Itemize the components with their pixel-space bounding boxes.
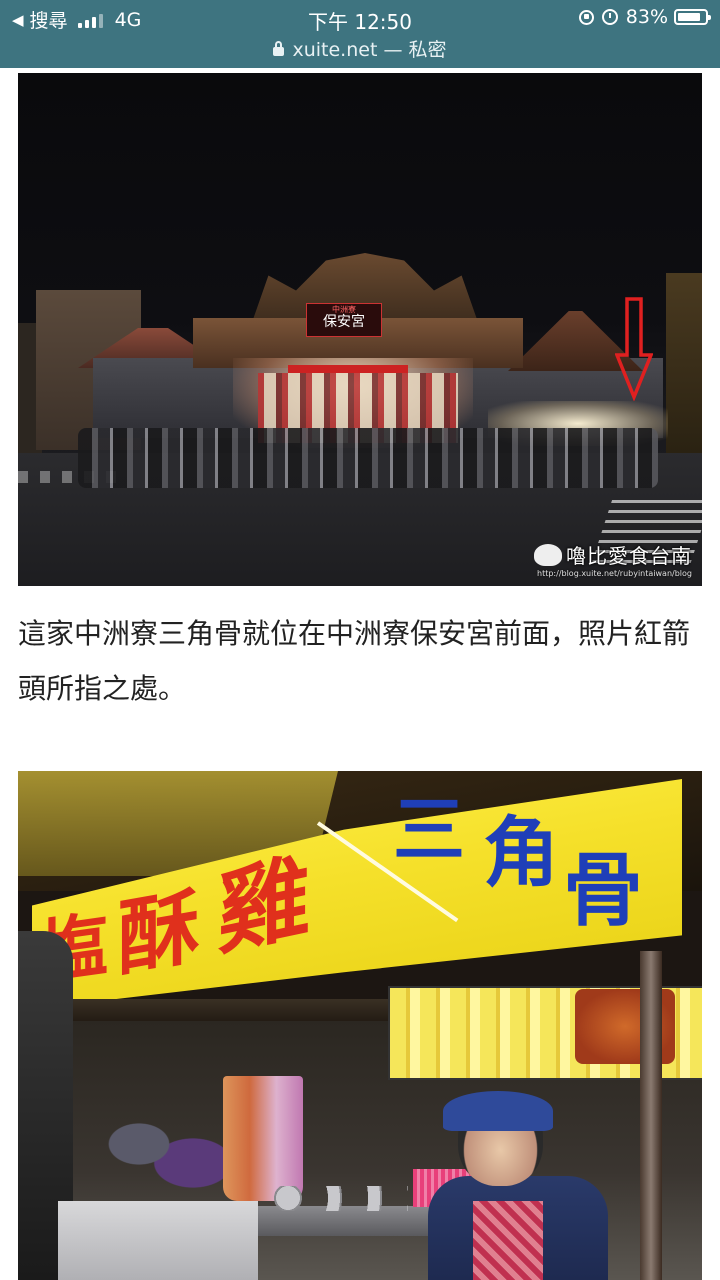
- private-mode-label: 私密: [408, 39, 447, 61]
- watermark-brand: 嚕比愛食台南: [566, 544, 692, 568]
- right-tree: [666, 273, 702, 453]
- sign-red-char-3: 雞: [218, 841, 311, 969]
- mascot-icon: [534, 544, 562, 566]
- vendor-apron: [473, 1201, 543, 1280]
- watermark-url: http://blog.xuite.net/rubyintaiwan/blog: [537, 569, 692, 578]
- temple-sign-main: 保安宮: [323, 314, 365, 330]
- sign-blue-char-2: 角: [483, 808, 559, 897]
- stall-sign-photo[interactable]: 塩 酥 雞 三 角 骨: [18, 771, 702, 1280]
- metal-bowls: [268, 1186, 408, 1211]
- vendor-cap: [443, 1091, 553, 1131]
- stall-pole: [640, 951, 662, 1280]
- alarm-icon: [601, 9, 618, 25]
- orientation-lock-icon: [578, 9, 594, 25]
- sign-blue-char-3: 骨: [563, 843, 643, 937]
- parked-scooters: [78, 428, 658, 488]
- sign-red-char-2: 酥: [118, 877, 201, 989]
- sign-blue-char-1: 三: [393, 787, 466, 872]
- status-right: 83%: [578, 6, 711, 28]
- temple-night-photo[interactable]: 中洲寮 保安宮 嚕比愛食台南 http://blog.xuite.net/rub…: [18, 73, 702, 586]
- secure-lock-icon: [273, 41, 285, 56]
- address-bar[interactable]: xuite.net — 私密: [0, 35, 720, 62]
- hanging-clothes: [223, 1076, 303, 1201]
- battery-icon: [674, 9, 711, 25]
- battery-percent: 83%: [625, 6, 668, 28]
- browser-top-bar: ◀ 搜尋 4G 下午 12:50 83% xuite.net — 私密: [0, 0, 720, 68]
- temple-sign-small: 中洲寮: [332, 305, 356, 314]
- photo-watermark: 嚕比愛食台南 http://blog.xuite.net/rubyintaiwa…: [534, 540, 692, 578]
- url-domain[interactable]: xuite.net: [292, 39, 377, 61]
- red-arrow-icon: [615, 297, 653, 401]
- url-separator: —: [377, 39, 409, 61]
- temple-red-band: [288, 365, 408, 373]
- article-paragraph: 這家中洲寮三角骨就位在中洲寮保安宮前面，照片紅箭頭所指之處。: [18, 617, 691, 705]
- stall-counter-box: [58, 1201, 258, 1280]
- background-people: [103, 1106, 223, 1201]
- temple-name-sign: 中洲寮 保安宮: [306, 303, 382, 337]
